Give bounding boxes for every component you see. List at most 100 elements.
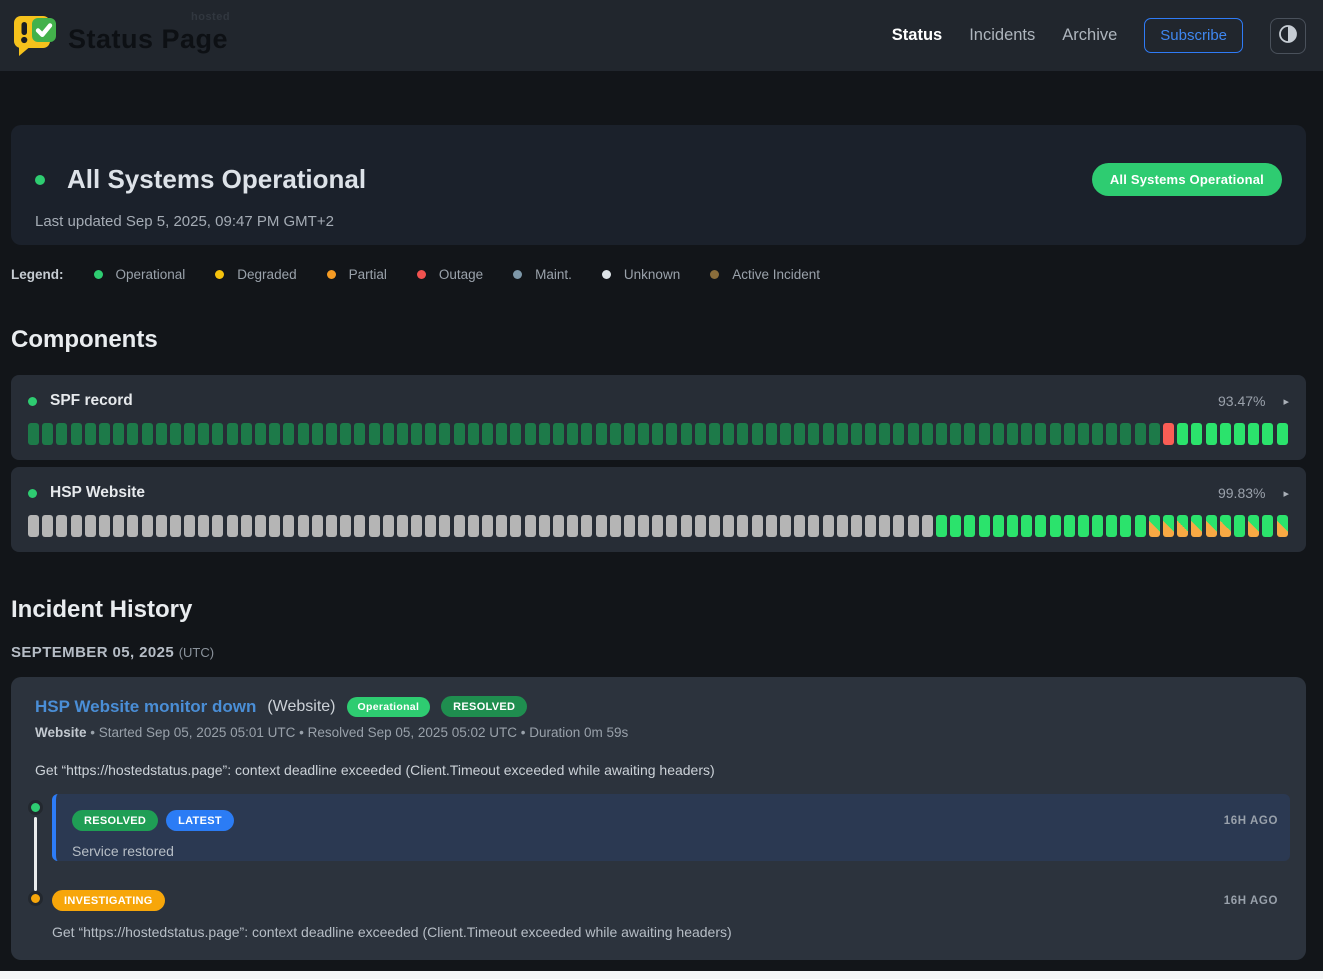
uptime-bar-operational-dim[interactable]: [1092, 423, 1103, 445]
uptime-bar-no-data[interactable]: [85, 515, 96, 537]
uptime-bar-operational-dim[interactable]: [42, 423, 53, 445]
uptime-bar-operational[interactable]: [936, 515, 947, 537]
uptime-bar-no-data[interactable]: [766, 515, 777, 537]
uptime-bar-operational-dim[interactable]: [596, 423, 607, 445]
uptime-bar-operational-dim[interactable]: [510, 423, 521, 445]
uptime-bar-operational-dim[interactable]: [127, 423, 138, 445]
uptime-bar-operational[interactable]: [1191, 423, 1202, 445]
uptime-bar-operational-dim[interactable]: [1035, 423, 1046, 445]
uptime-bar-operational-dim[interactable]: [865, 423, 876, 445]
uptime-bar-operational-dim[interactable]: [170, 423, 181, 445]
uptime-bar-no-data[interactable]: [142, 515, 153, 537]
uptime-bar-no-data[interactable]: [908, 515, 919, 537]
uptime-bar-operational[interactable]: [1050, 515, 1061, 537]
uptime-bar-no-data[interactable]: [666, 515, 677, 537]
uptime-bar-operational-dim[interactable]: [482, 423, 493, 445]
uptime-bar-operational[interactable]: [964, 515, 975, 537]
uptime-bar-operational[interactable]: [1177, 423, 1188, 445]
uptime-bar-no-data[interactable]: [340, 515, 351, 537]
uptime-bar-no-data[interactable]: [823, 515, 834, 537]
uptime-bar-no-data[interactable]: [652, 515, 663, 537]
uptime-bar-no-data[interactable]: [71, 515, 82, 537]
expand-arrow-icon[interactable]: ▸: [1283, 395, 1289, 408]
uptime-bar-operational-dim[interactable]: [312, 423, 323, 445]
uptime-bar-operational-dim[interactable]: [326, 423, 337, 445]
uptime-bar-no-data[interactable]: [510, 515, 521, 537]
uptime-bar-no-data[interactable]: [525, 515, 536, 537]
uptime-bar-operational-dim[interactable]: [851, 423, 862, 445]
uptime-bar-operational[interactable]: [1248, 423, 1259, 445]
uptime-bar-no-data[interactable]: [737, 515, 748, 537]
uptime-bar-no-data[interactable]: [468, 515, 479, 537]
uptime-bar-operational[interactable]: [1106, 515, 1117, 537]
uptime-bar-operational-dim[interactable]: [780, 423, 791, 445]
uptime-bar-operational-dim[interactable]: [241, 423, 252, 445]
uptime-bar-operational-dim[interactable]: [142, 423, 153, 445]
uptime-bar-operational-dim[interactable]: [1106, 423, 1117, 445]
uptime-bar-no-data[interactable]: [56, 515, 67, 537]
uptime-bar-operational[interactable]: [993, 515, 1004, 537]
uptime-bar-no-data[interactable]: [482, 515, 493, 537]
uptime-bar-operational[interactable]: [1220, 423, 1231, 445]
uptime-bar-no-data[interactable]: [42, 515, 53, 537]
uptime-bar-operational-dim[interactable]: [1064, 423, 1075, 445]
uptime-bar-partial-degraded[interactable]: [1220, 515, 1231, 537]
uptime-bar-operational-dim[interactable]: [1135, 423, 1146, 445]
uptime-bar-operational[interactable]: [1262, 423, 1273, 445]
uptime-bar-operational-dim[interactable]: [681, 423, 692, 445]
uptime-bar-operational-dim[interactable]: [255, 423, 266, 445]
uptime-bar-operational-dim[interactable]: [340, 423, 351, 445]
uptime-bar-no-data[interactable]: [198, 515, 209, 537]
uptime-bar-operational-dim[interactable]: [979, 423, 990, 445]
uptime-bar-operational-dim[interactable]: [525, 423, 536, 445]
uptime-bar-operational-dim[interactable]: [950, 423, 961, 445]
uptime-bar-operational-dim[interactable]: [354, 423, 365, 445]
uptime-bar-operational-dim[interactable]: [624, 423, 635, 445]
uptime-bar-partial-degraded[interactable]: [1248, 515, 1259, 537]
uptime-bar-no-data[interactable]: [439, 515, 450, 537]
uptime-bar-operational-dim[interactable]: [383, 423, 394, 445]
uptime-bar-operational[interactable]: [1135, 515, 1146, 537]
uptime-bar-no-data[interactable]: [425, 515, 436, 537]
uptime-bar-operational-dim[interactable]: [1149, 423, 1160, 445]
incident-title-link[interactable]: HSP Website monitor down: [35, 697, 256, 717]
uptime-bar-operational-dim[interactable]: [752, 423, 763, 445]
uptime-bar-no-data[interactable]: [596, 515, 607, 537]
uptime-bar-operational[interactable]: [979, 515, 990, 537]
uptime-bar-no-data[interactable]: [113, 515, 124, 537]
uptime-bar-no-data[interactable]: [879, 515, 890, 537]
uptime-bar-operational[interactable]: [1234, 515, 1245, 537]
uptime-bar-no-data[interactable]: [496, 515, 507, 537]
uptime-bar-operational[interactable]: [1120, 515, 1131, 537]
uptime-bar-operational-dim[interactable]: [198, 423, 209, 445]
uptime-bar-no-data[interactable]: [780, 515, 791, 537]
uptime-bar-operational-dim[interactable]: [468, 423, 479, 445]
uptime-bar-operational-dim[interactable]: [808, 423, 819, 445]
uptime-bar-operational-dim[interactable]: [439, 423, 450, 445]
uptime-bar-no-data[interactable]: [567, 515, 578, 537]
uptime-bar-no-data[interactable]: [369, 515, 380, 537]
uptime-bar-no-data[interactable]: [283, 515, 294, 537]
uptime-bar-operational-dim[interactable]: [695, 423, 706, 445]
uptime-bar-operational[interactable]: [950, 515, 961, 537]
uptime-bar-no-data[interactable]: [241, 515, 252, 537]
expand-arrow-icon[interactable]: ▸: [1283, 487, 1289, 500]
uptime-bar-operational-dim[interactable]: [567, 423, 578, 445]
uptime-bar-operational[interactable]: [1035, 515, 1046, 537]
uptime-bar-operational-dim[interactable]: [666, 423, 677, 445]
uptime-bar-operational-dim[interactable]: [723, 423, 734, 445]
uptime-bar-operational-dim[interactable]: [454, 423, 465, 445]
uptime-bar-no-data[interactable]: [709, 515, 720, 537]
uptime-bar-no-data[interactable]: [539, 515, 550, 537]
uptime-bar-operational-dim[interactable]: [56, 423, 67, 445]
uptime-bar-no-data[interactable]: [411, 515, 422, 537]
nav-status[interactable]: Status: [892, 26, 942, 45]
uptime-bar-operational-dim[interactable]: [794, 423, 805, 445]
uptime-bar-no-data[interactable]: [184, 515, 195, 537]
uptime-bar-partial-degraded[interactable]: [1177, 515, 1188, 537]
uptime-bar-operational-dim[interactable]: [922, 423, 933, 445]
uptime-bar-operational[interactable]: [1262, 515, 1273, 537]
uptime-bar-no-data[interactable]: [312, 515, 323, 537]
uptime-bar-operational-dim[interactable]: [737, 423, 748, 445]
uptime-bar-no-data[interactable]: [808, 515, 819, 537]
